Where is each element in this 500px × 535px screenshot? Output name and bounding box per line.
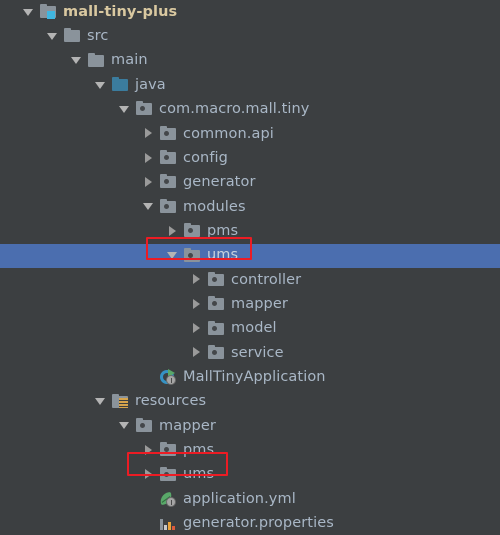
tree-row[interactable]: mapper [0,414,500,438]
tree-row-label: application.yml [183,490,296,507]
chevron-right-icon[interactable] [190,346,203,359]
chevron-right-icon[interactable] [190,273,203,286]
tree-row[interactable]: common.api [0,122,500,146]
folder-icon [88,52,105,69]
package-icon [160,198,177,215]
chevron-right-icon[interactable] [142,152,155,165]
chevron-down-icon[interactable] [142,200,155,213]
package-icon [160,174,177,190]
package-icon [184,247,201,264]
no-toggle-spacer [142,371,155,384]
tree-row[interactable]: com.macro.mall.tiny [0,97,500,121]
tree-row-label: MallTinyApplication [183,369,326,385]
tree-row-label: com.macro.mall.tiny [159,101,310,118]
tree-row-label: pms [183,442,215,459]
folder-icon [64,28,81,44]
package-icon [184,223,201,239]
no-toggle-spacer [142,493,155,506]
tree-row-label: mall-tiny-plus [63,3,178,20]
chevron-right-icon[interactable] [142,176,155,189]
tree-row[interactable]: generator [0,170,500,194]
chevron-down-icon[interactable] [22,6,35,19]
tree-row-label: modules [183,198,246,215]
chevron-down-icon[interactable] [118,103,131,116]
chevron-right-icon[interactable] [190,322,203,335]
package-icon [160,150,177,166]
tree-row-label: resources [135,393,207,410]
tree-row-label: mapper [231,295,288,312]
tree-row[interactable]: controller [0,268,500,292]
package-icon [160,125,177,142]
chevron-down-icon[interactable] [46,30,59,43]
tree-row-label: controller [231,271,302,288]
chevron-right-icon[interactable] [142,127,155,140]
tree-row-label: java [135,76,166,93]
spring-boot-run-icon [160,369,177,386]
tree-row[interactable]: src [0,24,500,48]
tree-row[interactable]: service [0,341,500,365]
chevron-down-icon[interactable] [94,395,107,408]
tree-row[interactable]: pms [0,219,500,243]
module-folder-icon [40,4,57,20]
tree-row-label: pms [207,222,239,239]
package-icon [208,296,225,312]
tree-row[interactable]: mall-tiny-plus [0,0,500,24]
tree-row-label: model [231,320,277,337]
chevron-down-icon[interactable] [70,54,83,67]
tree-row-label: config [183,149,228,166]
tree-row[interactable]: application.yml [0,487,500,511]
tree-row-label: common.api [183,125,274,142]
chevron-right-icon[interactable] [166,225,179,238]
package-icon [136,417,153,434]
tree-row-label: generator [183,174,256,191]
package-icon [208,344,225,361]
chevron-down-icon[interactable] [166,249,179,262]
no-toggle-spacer [142,517,155,530]
tree-row-label: ums [183,466,215,483]
chevron-right-icon[interactable] [142,444,155,457]
package-icon [160,466,177,483]
tree-row[interactable]: model [0,317,500,341]
tree-row[interactable]: mapper [0,292,500,316]
tree-row-label: service [231,344,284,361]
tree-row[interactable]: ums [0,463,500,487]
project-tree-panel[interactable]: mall-tiny-plus src main java com.macro.mall.… [0,0,500,531]
package-icon [208,271,225,288]
tree-row[interactable]: config [0,146,500,170]
tree-row-label: generator.properties [183,515,334,532]
package-icon [136,101,153,117]
tree-row[interactable]: ums [0,243,500,268]
tree-row[interactable]: generator.properties [0,511,500,535]
properties-file-icon [160,515,177,531]
tree-row[interactable]: resources [0,390,500,414]
chevron-down-icon[interactable] [94,79,107,92]
chevron-right-icon[interactable] [142,468,155,481]
tree-row[interactable]: modules [0,195,500,219]
package-icon [208,320,225,337]
tree-row-label: ums [207,247,239,264]
tree-row[interactable]: pms [0,438,500,462]
tree-row-label: src [87,28,109,45]
package-icon [160,442,177,458]
tree-row-label: main [111,52,148,69]
source-folder-icon [112,77,129,93]
tree-row[interactable]: main [0,49,500,73]
spring-yaml-icon [158,491,177,507]
tree-row[interactable]: MallTinyApplication [0,365,500,389]
chevron-down-icon[interactable] [118,419,131,432]
chevron-right-icon[interactable] [190,298,203,311]
tree-row-label: mapper [159,417,216,434]
tree-row[interactable]: java [0,73,500,97]
resources-folder-icon [112,393,129,410]
